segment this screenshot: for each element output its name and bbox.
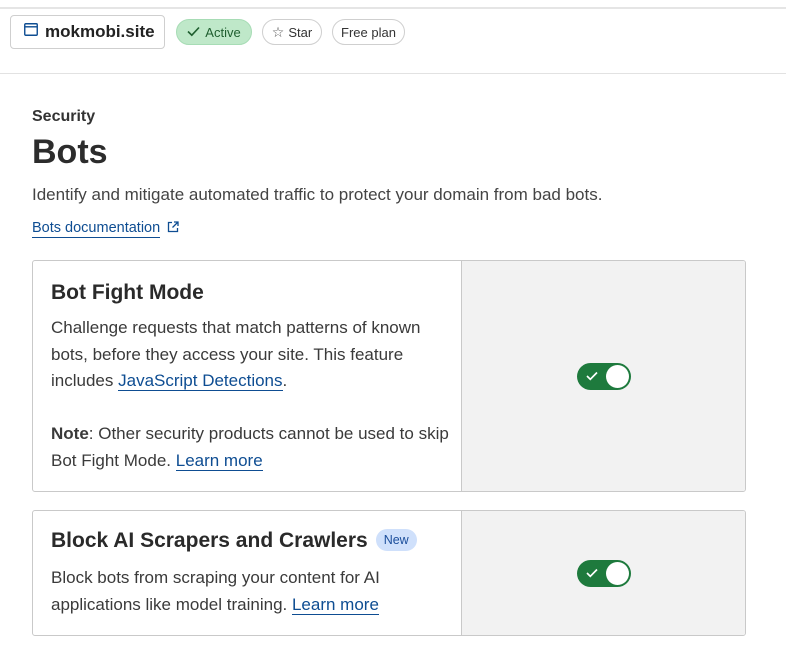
new-badge: New	[375, 529, 417, 551]
card-note: Note: Other security products cannot be …	[51, 421, 451, 474]
bot-fight-mode-toggle[interactable]	[577, 363, 631, 390]
card-control-panel	[462, 511, 745, 635]
check-icon	[187, 25, 205, 40]
section-label: Security	[32, 108, 96, 125]
card-description: Challenge requests that match patterns o…	[51, 315, 451, 395]
domain-name: mokmobi.site	[45, 22, 155, 41]
page-title: Bots	[32, 133, 108, 171]
star-button[interactable]: ☆ Star	[262, 19, 322, 45]
star-icon: ☆	[271, 23, 285, 40]
page-description: Identify and mitigate automated traffic …	[32, 185, 603, 204]
card-content: Block AI Scrapers and Crawlers New Block …	[33, 511, 462, 635]
card-content: Bot Fight Mode Challenge requests that m…	[33, 261, 462, 491]
card-title: Block AI Scrapers and Crawlers	[51, 529, 368, 552]
star-label: Star	[288, 24, 313, 40]
doc-link-label: Bots documentation	[32, 220, 161, 238]
domain-selector[interactable]: mokmobi.site	[10, 15, 165, 49]
javascript-detections-link[interactable]: JavaScript Detections	[118, 371, 283, 391]
card-control-panel	[462, 261, 745, 491]
learn-more-link[interactable]: Learn more	[291, 594, 379, 615]
card-description: Block bots from scraping your content fo…	[51, 565, 451, 618]
bot-fight-mode-card: Bot Fight Mode Challenge requests that m…	[32, 260, 746, 492]
status-badge-label: Active	[205, 24, 241, 40]
card-title: Bot Fight Mode	[51, 281, 204, 304]
bots-documentation-link[interactable]: Bots documentation	[32, 220, 179, 238]
toggle-knob	[606, 365, 629, 388]
plan-badge: Free plan	[332, 19, 405, 45]
description-suffix: .	[282, 371, 288, 390]
block-ai-scrapers-toggle[interactable]	[577, 560, 631, 587]
note-label: Note	[51, 424, 89, 443]
card-title-row: Block AI Scrapers and Crawlers New	[51, 529, 417, 553]
toggle-knob	[606, 562, 629, 585]
plan-badge-label: Free plan	[341, 24, 396, 40]
block-ai-scrapers-card: Block AI Scrapers and Crawlers New Block …	[32, 510, 746, 636]
external-link-icon	[160, 221, 179, 237]
window-icon	[24, 23, 45, 41]
learn-more-link[interactable]: Learn more	[175, 450, 263, 471]
status-badge: Active	[176, 19, 252, 45]
